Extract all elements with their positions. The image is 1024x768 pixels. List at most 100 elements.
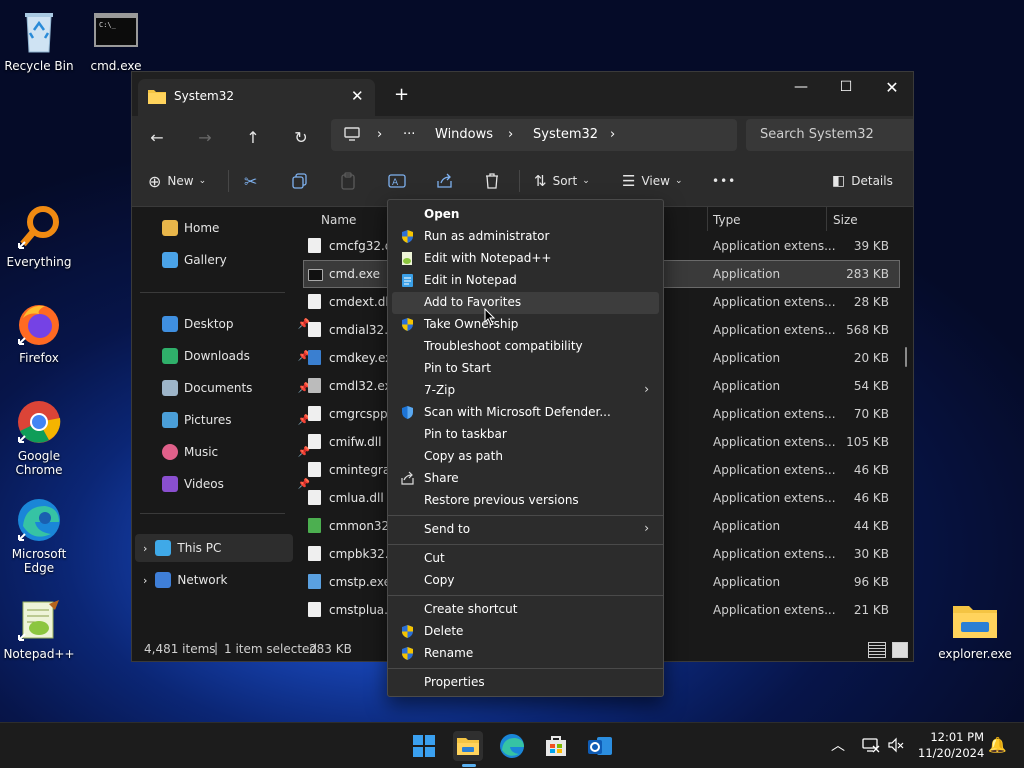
tab-system32[interactable]: System32 ✕ [138, 79, 375, 116]
nav-label: Desktop [184, 317, 234, 331]
menu-item-copy-path[interactable]: Copy as path [392, 446, 659, 468]
large-icons-view-icon[interactable] [892, 642, 908, 658]
menu-item-add-favorites[interactable]: Add to Favorites [392, 292, 659, 314]
vertical-scrollbar[interactable] [905, 347, 907, 367]
new-button[interactable]: ⊕ New ⌄ [148, 167, 206, 195]
nav-item-music[interactable]: Music 📌 [135, 438, 312, 466]
tab-title: System32 [174, 89, 235, 103]
delete-button[interactable] [484, 167, 500, 195]
menu-item-7zip[interactable]: 7-Zip › [392, 380, 659, 402]
desktop-icon-notepadpp[interactable]: Notepad++ [1, 596, 77, 661]
share-button[interactable] [436, 167, 454, 195]
menu-item-take-ownership[interactable]: Take Ownership [392, 314, 659, 336]
breadcrumb-system32[interactable]: System32 [533, 127, 598, 142]
nav-item-home[interactable]: Home [135, 214, 312, 242]
start-windows-icon[interactable] [409, 731, 439, 761]
file-icon [308, 490, 321, 505]
menu-item-send-to[interactable]: Send to › [392, 519, 659, 541]
desktop-icon-firefox[interactable]: Firefox [1, 300, 77, 365]
menu-item-restore[interactable]: Restore previous versions [392, 490, 659, 512]
search-box[interactable]: Search System32 [746, 119, 913, 151]
taskbar-edge-icon[interactable] [497, 731, 527, 761]
menu-item-properties[interactable]: Properties [392, 672, 659, 694]
details-view-icon[interactable] [868, 642, 886, 658]
menu-item-pin-start[interactable]: Pin to Start [392, 358, 659, 380]
address-bar[interactable]: › ··· Windows › System32 › [331, 119, 737, 151]
more-options-button[interactable]: ••• [712, 167, 736, 195]
nav-item-gallery[interactable]: Gallery [135, 246, 312, 274]
menu-item-pin-taskbar[interactable]: Pin to taskbar [392, 424, 659, 446]
copy-button[interactable] [292, 167, 308, 195]
paste-button[interactable] [340, 167, 356, 195]
chevron-down-icon: ⌄ [198, 176, 207, 186]
menu-item-troubleshoot[interactable]: Troubleshoot compatibility [392, 336, 659, 358]
menu-item-delete[interactable]: Delete [392, 621, 659, 643]
chevron-up-icon[interactable]: ︿ [831, 735, 845, 755]
cut-button[interactable]: ✂ [244, 167, 257, 195]
details-button[interactable]: ◧ Details [832, 167, 893, 195]
minimize-button[interactable]: — [778, 72, 824, 102]
nav-item-network[interactable]: › Network [135, 566, 293, 594]
column-header-size[interactable]: Size [833, 213, 858, 227]
file-type: Application extens... [713, 547, 836, 561]
file-type: Application [713, 519, 781, 533]
menu-item-share[interactable]: Share [392, 468, 659, 490]
search-input[interactable]: Search System32 [760, 127, 874, 142]
close-tab-icon[interactable]: ✕ [351, 87, 364, 105]
selected-size: 283 KB [309, 642, 352, 656]
taskbar-store-icon[interactable] [541, 731, 571, 761]
desktop-icon-everything[interactable]: Everything [1, 204, 77, 269]
active-app-indicator [462, 764, 476, 767]
volume-muted-icon[interactable] [888, 737, 904, 753]
sort-button[interactable]: ⇅ Sort ⌄ [534, 167, 590, 195]
menu-item-create-shortcut[interactable]: Create shortcut [392, 599, 659, 621]
menu-item-copy[interactable]: Copy [392, 570, 659, 592]
nav-divider [140, 513, 285, 514]
chevron-right-icon[interactable]: › [143, 542, 147, 555]
menu-label: Properties [424, 675, 485, 689]
rename-button[interactable]: A [388, 167, 406, 195]
refresh-icon[interactable]: ↻ [285, 124, 317, 150]
close-button[interactable]: ✕ [869, 72, 913, 102]
menu-item-rename[interactable]: Rename [392, 643, 659, 665]
up-arrow-icon[interactable]: ↑ [237, 124, 269, 150]
view-label: View [641, 174, 670, 188]
network-status-icon[interactable] [862, 737, 880, 753]
file-name: cmstp.exe [329, 575, 391, 589]
desktop-icon-cmd[interactable]: C:\_ cmd.exe [78, 8, 154, 73]
nav-item-downloads[interactable]: Downloads 📌 [135, 342, 312, 370]
taskbar-outlook-icon[interactable] [585, 731, 615, 761]
file-icon [308, 434, 321, 449]
desktop-icon-chrome[interactable]: Google Chrome [1, 398, 77, 477]
desktop-icon-edge[interactable]: Microsoft Edge [1, 496, 77, 575]
forward-arrow-icon[interactable]: → [189, 124, 221, 150]
view-button[interactable]: ☰ View ⌄ [622, 167, 682, 195]
menu-item-cut[interactable]: Cut [392, 548, 659, 570]
nav-item-documents[interactable]: Documents 📌 [135, 374, 312, 402]
breadcrumb-ellipsis[interactable]: ··· [403, 127, 415, 142]
column-header-name[interactable]: Name [321, 213, 356, 227]
new-tab-icon[interactable]: + [394, 84, 409, 105]
breadcrumb-windows[interactable]: Windows [435, 127, 493, 142]
menu-item-run-as-admin[interactable]: Run as administrator [392, 226, 659, 248]
column-header-type[interactable]: Type [713, 213, 741, 227]
videos-icon [162, 476, 178, 492]
back-arrow-icon[interactable]: ← [141, 124, 173, 150]
menu-item-scan-defender[interactable]: Scan with Microsoft Defender... [392, 402, 659, 424]
nav-item-videos[interactable]: Videos 📌 [135, 470, 312, 498]
maximize-button[interactable]: ☐ [823, 72, 869, 102]
nav-item-this-pc[interactable]: › This PC [135, 534, 293, 562]
desktop-icon-explorer[interactable]: explorer.exe [937, 596, 1013, 661]
nav-item-pictures[interactable]: Pictures 📌 [135, 406, 312, 434]
clock[interactable]: 12:01 PM 11/20/2024 [918, 729, 984, 761]
notification-bell-icon[interactable]: 🔔 [988, 736, 1007, 754]
menu-item-edit-notepadpp[interactable]: Edit with Notepad++ [392, 248, 659, 270]
chevron-right-icon[interactable]: › [143, 574, 147, 587]
menu-item-edit-notepad[interactable]: Edit in Notepad [392, 270, 659, 292]
nav-item-desktop[interactable]: Desktop 📌 [135, 310, 312, 338]
file-type: Application extens... [713, 435, 836, 449]
taskbar-file-explorer-icon[interactable] [453, 731, 483, 767]
desktop-icon-recycle-bin[interactable]: Recycle Bin [1, 8, 77, 73]
menu-item-open[interactable]: Open [392, 204, 659, 226]
nav-label: Documents [184, 381, 253, 395]
